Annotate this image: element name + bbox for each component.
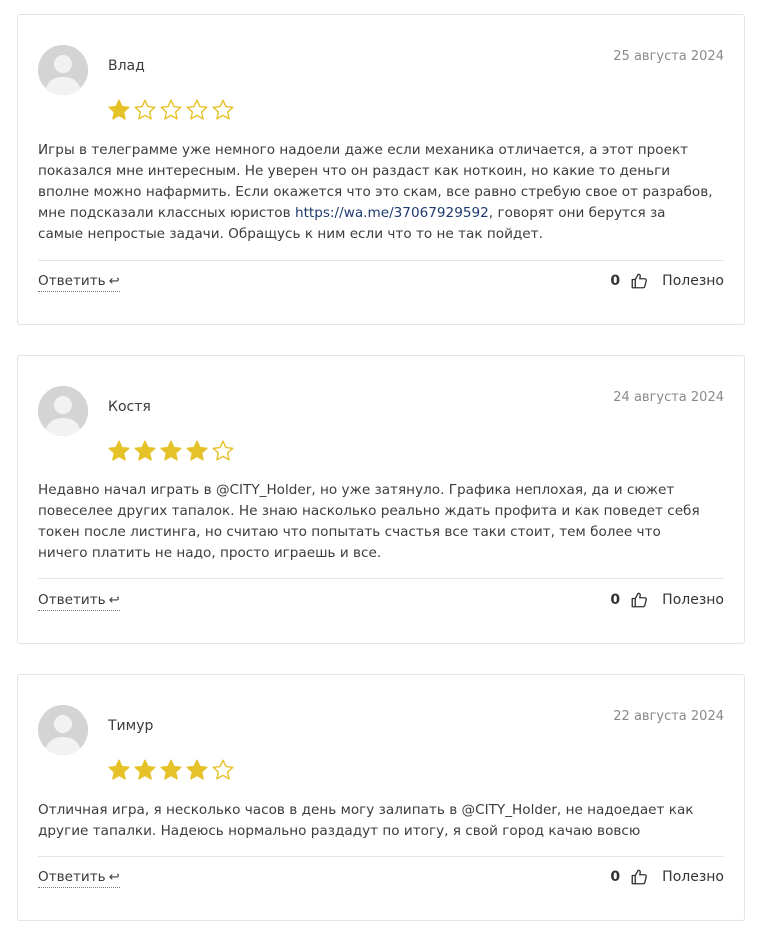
review-date: 24 августа 2024 — [613, 390, 724, 405]
review-card: Тимур 22 августа 2024 Отличная игра, я н… — [17, 674, 745, 921]
useful-block: 0 Полезно — [610, 868, 724, 886]
useful-button[interactable]: Полезно — [662, 592, 724, 608]
review-text-part: Отличная игра, я несколько часов в день … — [38, 802, 694, 839]
review-author: Тимур — [108, 718, 154, 734]
reply-button[interactable]: Ответить ↩ — [38, 869, 120, 888]
review-text: Игры в телеграмме уже немного надоели да… — [38, 140, 714, 245]
star-filled-icon — [108, 759, 130, 780]
star-empty-icon — [212, 440, 234, 461]
avatar — [38, 386, 88, 436]
star-empty-icon — [212, 759, 234, 780]
useful-button[interactable]: Полезно — [662, 869, 724, 885]
likes-count: 0 — [610, 592, 621, 608]
likes-count: 0 — [610, 869, 621, 885]
star-empty-icon — [186, 99, 208, 120]
divider — [38, 578, 724, 579]
useful-block: 0 Полезно — [610, 591, 724, 609]
review-text: Отличная игра, я несколько часов в день … — [38, 800, 714, 842]
thumbs-up-icon[interactable] — [630, 591, 648, 609]
star-filled-icon — [186, 440, 208, 461]
review-card: Костя 24 августа 2024 Недавно начал игра… — [17, 355, 745, 644]
star-rating — [107, 439, 235, 463]
review-link[interactable]: https://wa.me/37067929592 — [295, 205, 489, 221]
user-silhouette-icon — [38, 45, 88, 95]
review-text-part: Недавно начал играть в @CITY_Holder, но … — [38, 482, 700, 561]
avatar — [38, 45, 88, 95]
divider — [38, 856, 724, 857]
reply-label: Ответить — [38, 869, 106, 885]
review-author: Костя — [108, 399, 151, 415]
star-filled-icon — [134, 759, 156, 780]
reply-button[interactable]: Ответить ↩ — [38, 273, 120, 292]
star-filled-icon — [134, 440, 156, 461]
star-filled-icon — [108, 440, 130, 461]
likes-count: 0 — [610, 273, 621, 289]
reply-label: Ответить — [38, 273, 106, 289]
star-filled-icon — [108, 99, 130, 120]
star-empty-icon — [212, 99, 234, 120]
star-empty-icon — [160, 99, 182, 120]
review-date: 25 августа 2024 — [613, 49, 724, 64]
reply-arrow-icon: ↩ — [108, 870, 120, 885]
review-author: Влад — [108, 58, 145, 74]
star-filled-icon — [186, 759, 208, 780]
review-card: Влад 25 августа 2024 Игры в телеграмме у… — [17, 14, 745, 325]
star-filled-icon — [160, 440, 182, 461]
user-silhouette-icon — [38, 705, 88, 755]
useful-button[interactable]: Полезно — [662, 273, 724, 289]
reply-arrow-icon: ↩ — [108, 274, 120, 289]
reply-arrow-icon: ↩ — [108, 593, 120, 608]
star-rating — [107, 98, 235, 122]
star-rating — [107, 758, 235, 782]
useful-block: 0 Полезно — [610, 272, 724, 290]
thumbs-up-icon[interactable] — [630, 868, 648, 886]
review-text: Недавно начал играть в @CITY_Holder, но … — [38, 480, 714, 564]
review-date: 22 августа 2024 — [613, 709, 724, 724]
avatar — [38, 705, 88, 755]
reply-button[interactable]: Ответить ↩ — [38, 592, 120, 611]
star-filled-icon — [160, 759, 182, 780]
reply-label: Ответить — [38, 592, 106, 608]
user-silhouette-icon — [38, 386, 88, 436]
divider — [38, 260, 724, 261]
star-empty-icon — [134, 99, 156, 120]
thumbs-up-icon[interactable] — [630, 272, 648, 290]
